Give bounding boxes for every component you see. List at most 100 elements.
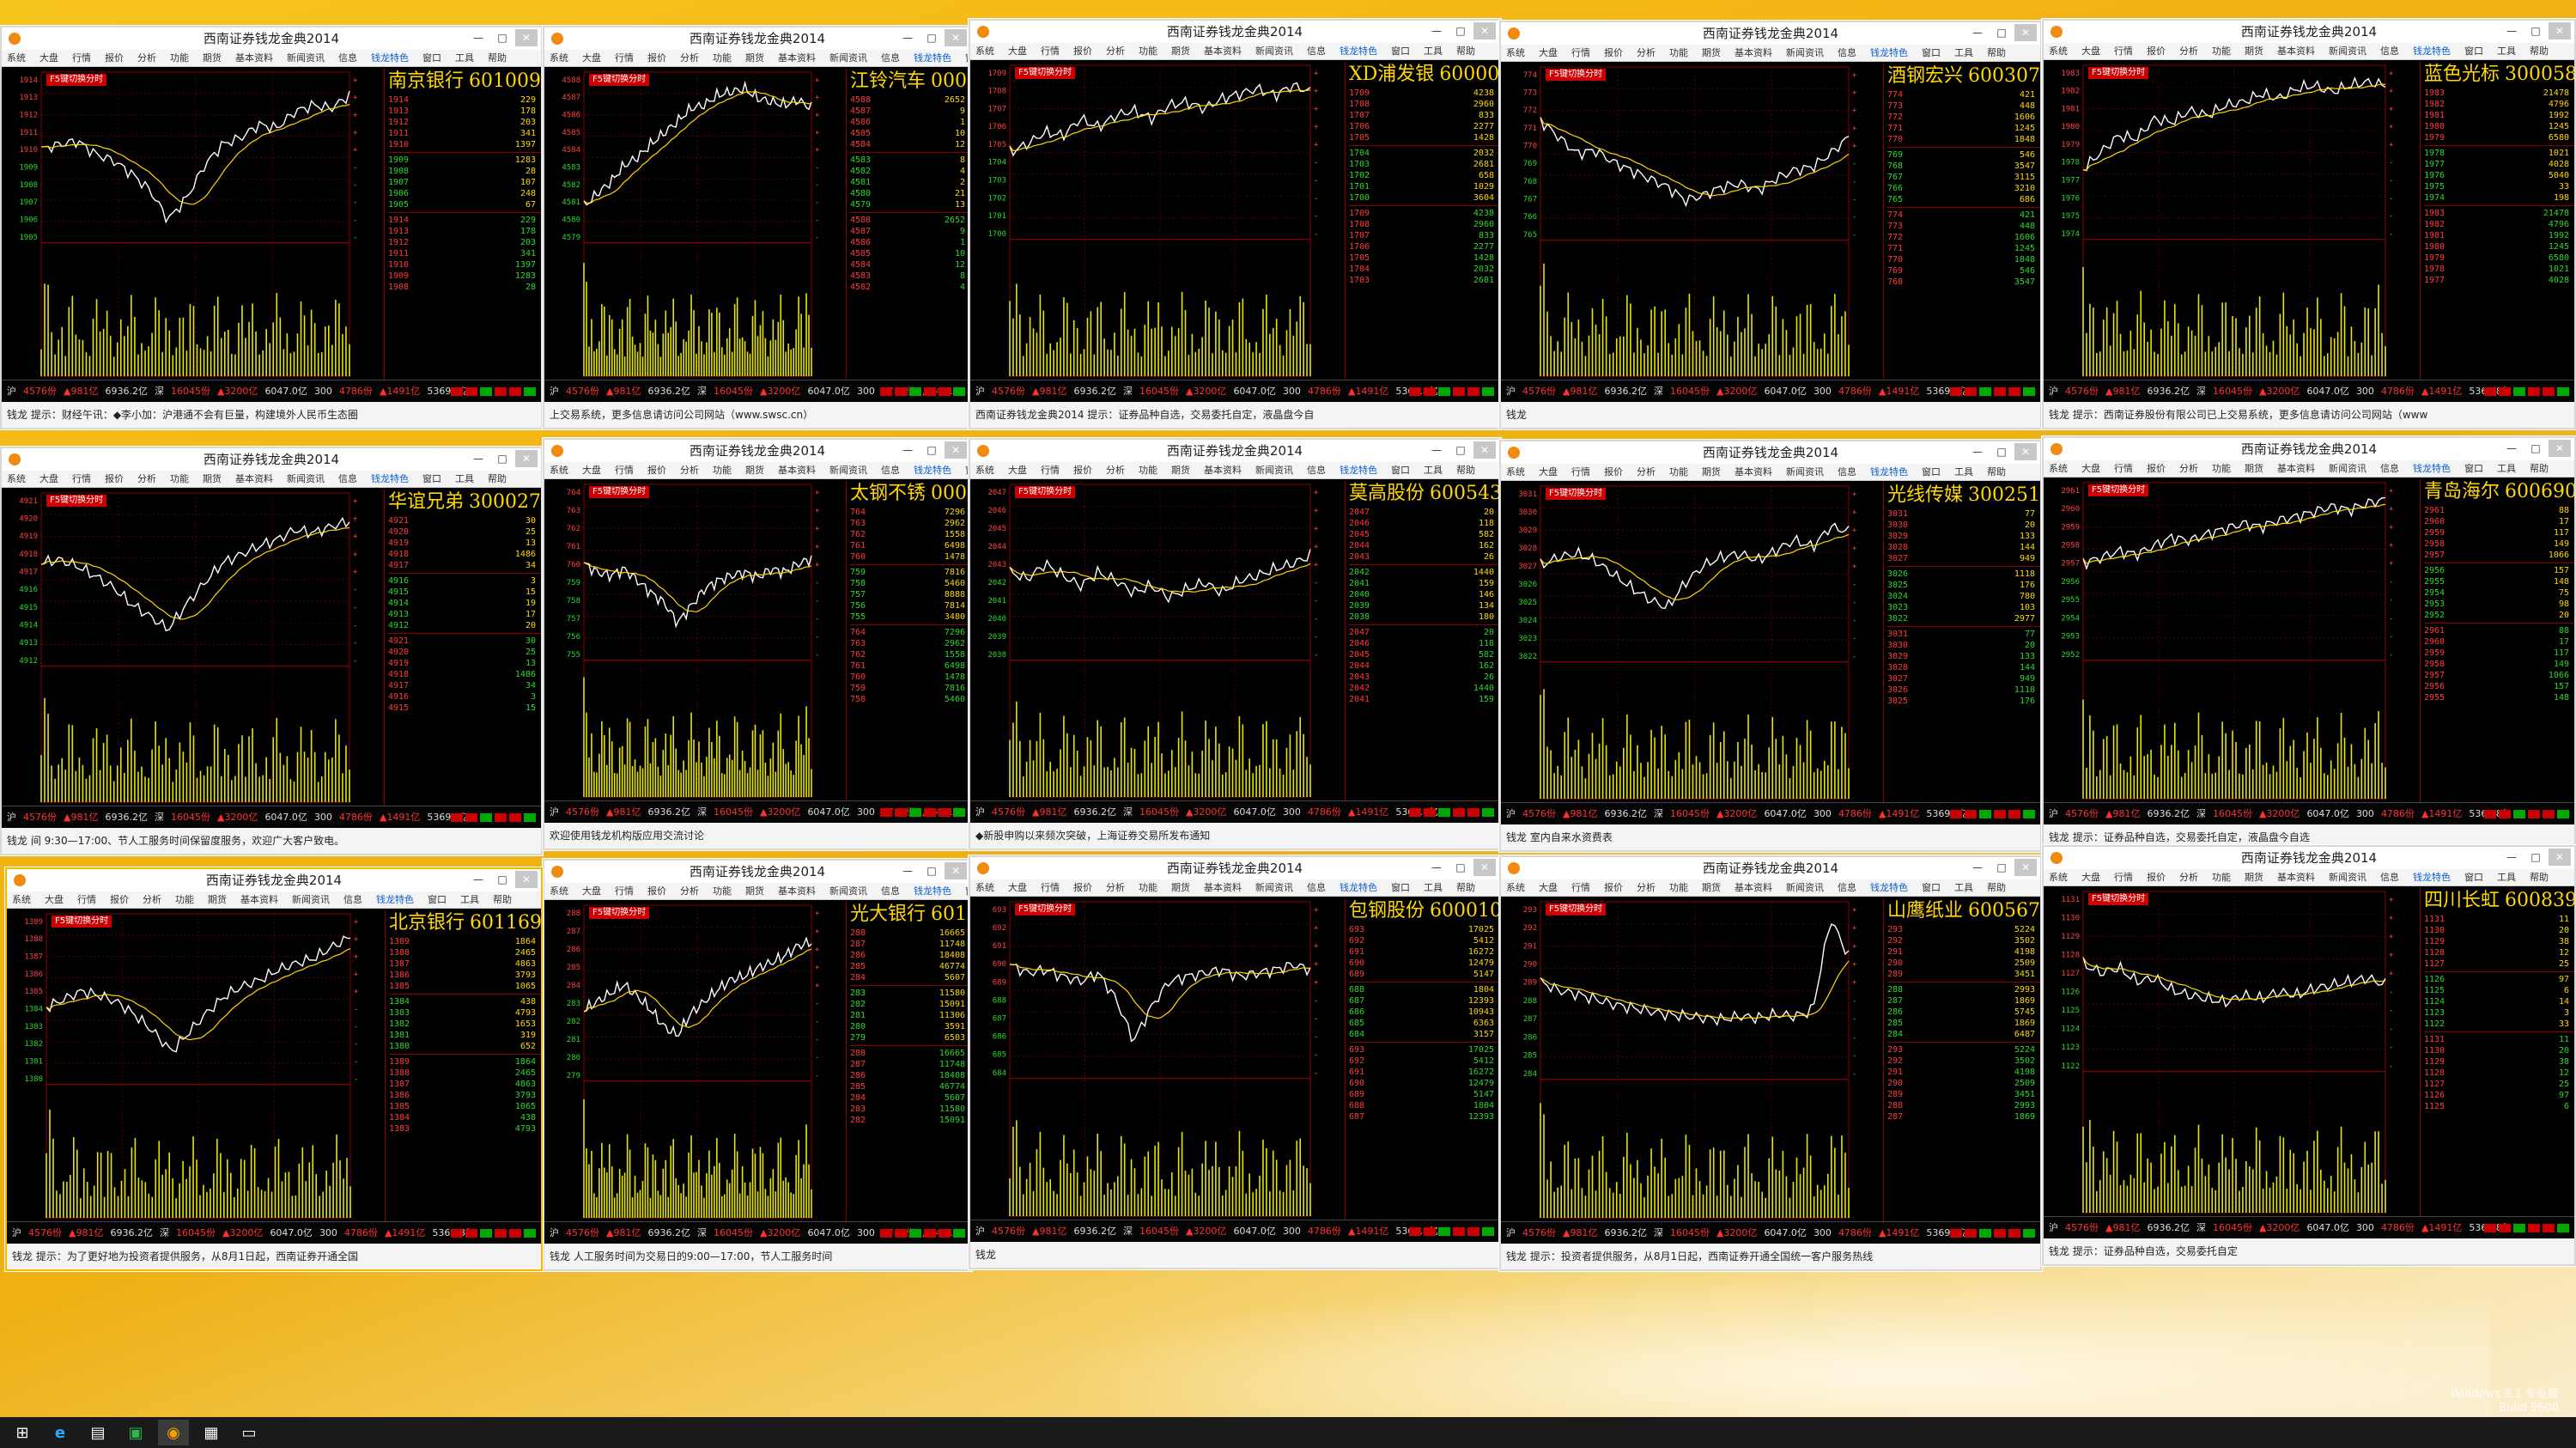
minimize-button[interactable]: — [2500, 440, 2523, 457]
ie-icon[interactable]: e [45, 1420, 76, 1445]
menu-item[interactable]: 帮助 [2530, 872, 2549, 883]
news-ticker[interactable]: 钱龙 间 9:30—17:00、节人工服务时间保留度服务，欢迎广大客户致电。 [2, 828, 541, 854]
menu-item[interactable]: 分析 [1637, 47, 1656, 58]
menu-item[interactable]: 新闻资讯 [1255, 465, 1293, 476]
news-ticker[interactable]: 西南证券钱龙金典2014 提示：证券品种自选，交易委托自定，液晶盘今自 [970, 402, 1499, 428]
title-bar[interactable]: 西南证券钱龙金典2014— □ ✕ [2, 27, 541, 50]
stock-window[interactable]: 西南证券钱龙金典2014— □ ✕ 系统 大盘 行情 报价 分析 功能 期货 基本资料 新闻资讯 信息钱… [1499, 21, 2042, 429]
menu-item[interactable]: 系统 [975, 465, 994, 476]
menu-item[interactable]: 分析 [680, 465, 699, 476]
menu-item[interactable]: 功能 [1669, 47, 1688, 58]
menu-item[interactable]: 窗口 [1391, 465, 1410, 476]
title-bar[interactable]: 西南证券钱龙金典2014— □ ✕ [1501, 441, 2040, 464]
menu-item[interactable]: 钱龙特色 [376, 894, 414, 905]
close-button[interactable]: ✕ [1473, 22, 1496, 40]
menu-item[interactable]: 新闻资讯 [287, 52, 325, 64]
menu-item[interactable]: 新闻资讯 [2329, 46, 2366, 57]
menu-item[interactable]: 工具 [1424, 882, 1443, 893]
menu-item[interactable]: 窗口 [1391, 882, 1410, 893]
menu-item[interactable]: 大盘 [1008, 46, 1027, 57]
menu-item[interactable]: 工具 [1954, 466, 1973, 478]
menu-item[interactable]: 基本资料 [235, 473, 273, 484]
menu-item[interactable]: 报价 [2147, 463, 2166, 474]
menu-item[interactable]: 基本资料 [1735, 47, 1772, 58]
menu-item[interactable]: 新闻资讯 [287, 473, 325, 484]
menu-item[interactable]: 新闻资讯 [829, 885, 867, 897]
menu-item[interactable]: 期货 [2245, 46, 2263, 57]
menu-item[interactable]: 帮助 [1456, 882, 1475, 893]
news-ticker[interactable]: 上交易系统，更多信息请访问公司网站（www.swsc.cn） [544, 402, 970, 428]
stock-window[interactable]: 西南证券钱龙金典2014— □ ✕ 系统 大盘 行情 报价 分析 功能 期货 基本资料 新闻资讯 信息钱… [2042, 436, 2576, 852]
menu-item[interactable]: 帮助 [1987, 466, 2006, 478]
menu-item[interactable]: 分析 [2179, 463, 2198, 474]
stock-window[interactable]: 西南证券钱龙金典2014— □ ✕ 系统 大盘 行情 报价 分析 功能 期货 基本资料 新闻资讯 信息钱… [5, 867, 543, 1271]
menu-item[interactable]: 帮助 [1456, 46, 1475, 57]
menu-item[interactable]: 帮助 [1987, 882, 2006, 893]
explorer-icon[interactable]: ▤ [82, 1420, 113, 1445]
menu-item[interactable]: 基本资料 [235, 52, 273, 64]
close-button[interactable]: ✕ [2549, 440, 2571, 457]
menu-item[interactable]: 基本资料 [778, 465, 816, 476]
menu-item[interactable]: 行情 [1571, 47, 1590, 58]
menu-item[interactable]: 行情 [2114, 463, 2133, 474]
menu-item[interactable]: 帮助 [2530, 46, 2549, 57]
menu-item[interactable]: 行情 [72, 473, 91, 484]
news-ticker[interactable]: 钱龙 人工服务时间为交易日的9:00—17:00，节人工服务时间 [544, 1244, 970, 1269]
menu-item[interactable]: 大盘 [45, 894, 64, 905]
news-ticker[interactable]: 钱龙 提示：财经午讯：◆李小加：沪港通不会有巨量，构建境外人民币生态圈 [2, 402, 541, 428]
menu-item[interactable]: 行情 [1571, 882, 1590, 893]
menu-item[interactable]: 大盘 [1539, 882, 1558, 893]
menu-item[interactable]: 功能 [170, 473, 189, 484]
menu-item[interactable]: 钱龙特色 [2413, 872, 2451, 883]
menu-item[interactable]: 窗口 [2464, 46, 2483, 57]
menu-item[interactable]: 大盘 [39, 473, 58, 484]
menu-item[interactable]: 行情 [1041, 46, 1060, 57]
menu-item[interactable]: 信息 [1307, 882, 1326, 893]
menu-item[interactable]: 信息 [2380, 46, 2399, 57]
stock-window[interactable]: 西南证券钱龙金典2014— □ ✕ 系统 大盘 行情 报价 分析 功能 期货 基本资料 新闻资讯 信息钱… [543, 859, 972, 1271]
menu-item[interactable]: 帮助 [493, 894, 512, 905]
close-button[interactable]: ✕ [515, 871, 538, 888]
menu-item[interactable]: 信息 [338, 52, 357, 64]
menu-item[interactable]: 信息 [881, 885, 900, 897]
stock-window[interactable]: 西南证券钱龙金典2014— □ ✕ 系统 大盘 行情 报价 分析 功能 期货 基本资料 新闻资讯 信息钱… [969, 855, 1501, 1269]
menu-item[interactable]: 行情 [77, 894, 96, 905]
menu-item[interactable]: 分析 [137, 52, 156, 64]
menu-item[interactable]: 新闻资讯 [1786, 47, 1824, 58]
menu-item[interactable]: 报价 [1604, 882, 1623, 893]
menu-item[interactable]: 功能 [1139, 46, 1157, 57]
menu-item[interactable]: 功能 [1669, 882, 1688, 893]
menu-item[interactable]: 报价 [1604, 47, 1623, 58]
menu-item[interactable]: 系统 [1506, 47, 1525, 58]
news-ticker[interactable]: 钱龙 室内自来水资费表 [1501, 824, 2040, 850]
menu-item[interactable]: 窗口 [422, 52, 441, 64]
close-button[interactable]: ✕ [2014, 443, 2037, 460]
menu-item[interactable]: 基本资料 [778, 52, 816, 64]
news-ticker[interactable]: 钱龙 提示：西南证券股份有限公司已上交易系统，更多信息请访问公司网站（www [2044, 402, 2574, 428]
minimize-button[interactable]: — [1966, 859, 1989, 876]
stock-window[interactable]: 西南证券钱龙金典2014— □ ✕ 系统 大盘 行情 报价 分析 功能 期货 基本资料 新闻资讯 信息钱… [0, 26, 543, 429]
menu-item[interactable]: 行情 [1041, 465, 1060, 476]
menu-item[interactable]: 大盘 [2081, 463, 2100, 474]
menu-item[interactable]: 信息 [2380, 463, 2399, 474]
menu-item[interactable]: 行情 [2114, 46, 2133, 57]
menu-item[interactable]: 期货 [1702, 47, 1721, 58]
menu-item[interactable]: 系统 [7, 473, 26, 484]
menu-item[interactable]: 报价 [110, 894, 129, 905]
menu-item[interactable]: 分析 [137, 473, 156, 484]
menu-item[interactable]: 工具 [1424, 46, 1443, 57]
menu-item[interactable]: 窗口 [1922, 466, 1941, 478]
minimize-button[interactable]: — [467, 29, 489, 46]
minimize-button[interactable]: — [896, 29, 919, 46]
menu-item[interactable]: 系统 [550, 885, 568, 897]
menu-item[interactable]: 行情 [1041, 882, 1060, 893]
menu-item[interactable]: 功能 [2212, 463, 2231, 474]
maximize-button[interactable]: □ [920, 862, 943, 879]
menu-item[interactable]: 报价 [105, 473, 124, 484]
stock-window[interactable]: 西南证券钱龙金典2014— □ ✕ 系统 大盘 行情 报价 分析 功能 期货 基本资料 新闻资讯 信息钱… [2042, 845, 2576, 1266]
stock-window[interactable]: 西南证券钱龙金典2014— □ ✕ 系统 大盘 行情 报价 分析 功能 期货 基本资料 新闻资讯 信息钱… [543, 438, 972, 850]
menu-item[interactable]: 钱龙特色 [371, 52, 409, 64]
title-bar[interactable]: 西南证券钱龙金典2014— □ ✕ [970, 21, 1499, 43]
minimize-button[interactable]: — [2500, 849, 2523, 866]
menu-item[interactable]: 信息 [1307, 46, 1326, 57]
